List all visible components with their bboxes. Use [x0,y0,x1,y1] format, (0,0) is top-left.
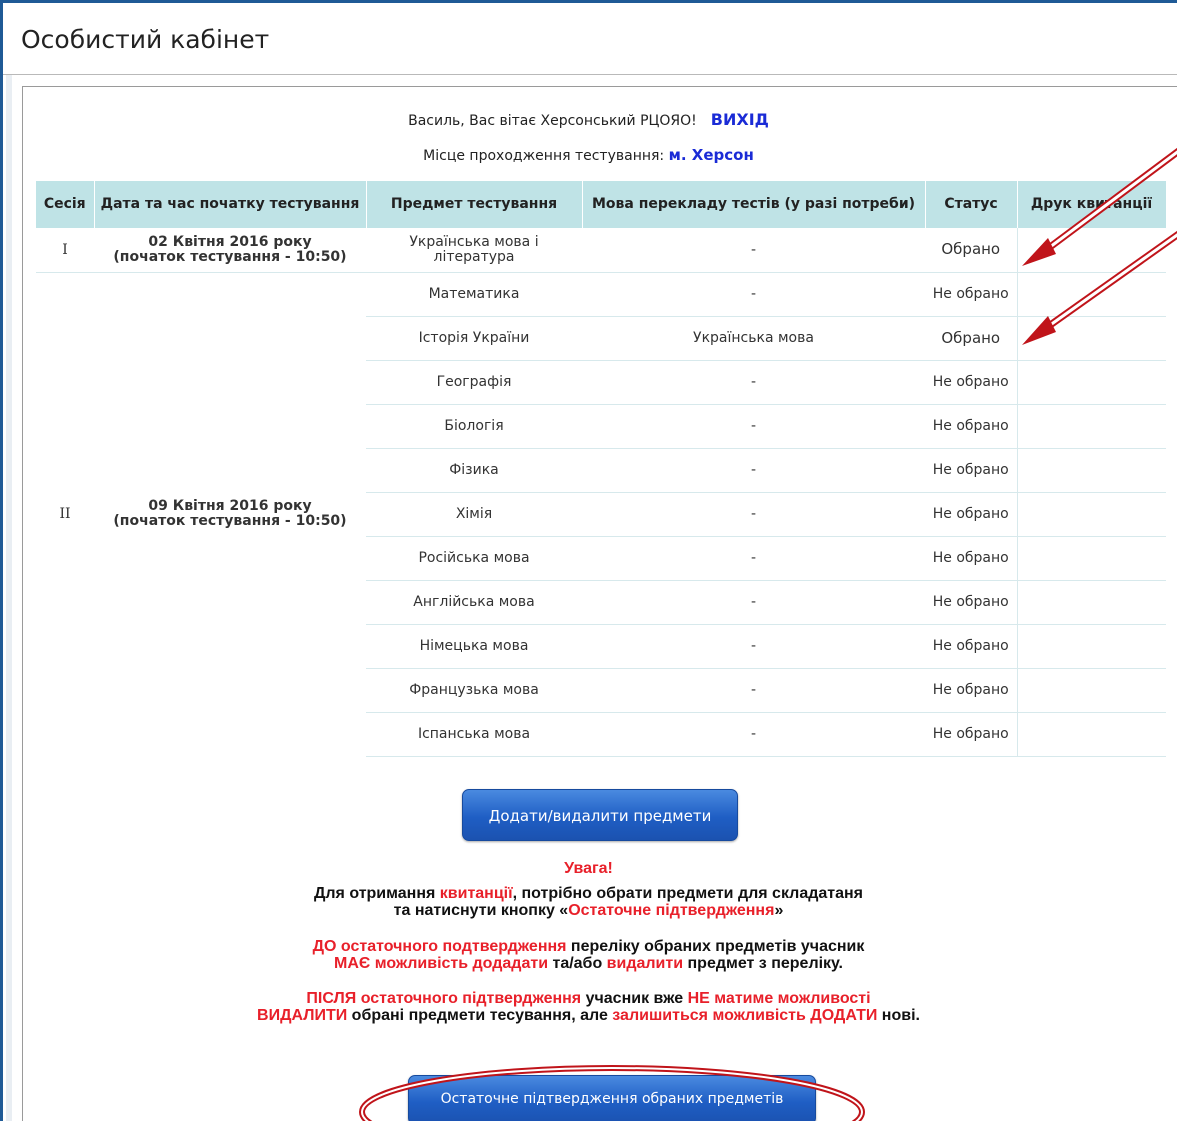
session-cell: I [36,228,94,273]
status-cell: Не обрано [925,624,1017,669]
subject-cell: Фізика [366,448,582,493]
header-date: Дата та час початку тестування [94,181,367,228]
language-cell: - [582,668,925,713]
header-subject: Предмет тестування [366,181,583,228]
language-cell: - [582,536,925,581]
language-cell: - [582,492,925,537]
date-text: 09 Квітня 2016 року [148,498,312,515]
print-cell [1016,316,1166,361]
status-cell: Не обрано [925,580,1017,625]
page-title: Особистий кабінет [21,25,270,54]
print-cell [1016,228,1166,273]
location-line: Місце проходження тестування: м. Херсон [0,146,1177,164]
exit-link[interactable]: ВИХІД [711,110,769,129]
table-row: II 09 Квітня 2016 року (початок тестуван… [36,272,1166,529]
time-text: (початок тестування - 10:50) [113,248,347,265]
status-cell: Не обрано [925,448,1017,493]
table-row: I 02 Квітня 2016 року (початок тестуванн… [36,228,1166,273]
notice-title: Увага! [564,860,613,877]
status-cell: Обрано [925,316,1017,361]
language-cell: Українська мова [582,316,925,361]
subject-cell: Хімія [366,492,582,537]
notice-text: нові. [877,1007,920,1024]
language-cell: - [582,712,925,757]
print-cell [1016,712,1166,757]
add-remove-subjects-button[interactable]: Додати/видалити предмети [462,789,738,841]
window-header: Особистий кабінет [3,3,1177,75]
subject-cell: Географія [366,360,582,405]
greeting-text: Василь, Вас вітає Херсонський РЦОЯО! [408,113,697,129]
notice-text: Для отримання [313,885,440,902]
notice-text: » [774,902,784,919]
status-cell: Не обрано [925,360,1017,405]
notice-highlight: залишиться можливість ДОДАТИ [612,1007,878,1024]
subject-cell: Німецька мова [366,624,582,669]
time-text: (початок тестування - 10:50) [113,513,347,530]
subject-cell: Англійська мова [366,580,582,625]
date-cell: 02 Квітня 2016 року (початок тестування … [94,228,366,273]
header-print: Друк квитанції [1017,181,1167,228]
subject-cell: Біологія [366,404,582,449]
notice-text: обрані предмети тесування, але [347,1007,613,1024]
language-cell: - [582,272,925,317]
status-cell: Не обрано [925,668,1017,713]
print-cell [1016,272,1166,317]
subject-cell: Французька мова [366,668,582,713]
date-cell: 09 Квітня 2016 року (початок тестування … [94,272,366,756]
notice-paragraph-3: ПІСЛЯ остаточного підтвердження учасник … [0,990,1177,1024]
location-city: м. Херсон [668,146,754,164]
session-cell: II [59,506,71,523]
status-cell: Обрано [925,228,1017,273]
subjects-table: Сесія Дата та час початку тестування Пре… [36,181,1167,757]
table-header-row: Сесія Дата та час початку тестування Пре… [36,181,1167,228]
notice-highlight: МАЄ можливість додадати [333,955,549,972]
notice-text: учасник вже [581,990,688,1007]
status-cell: Не обрано [925,272,1017,317]
language-cell: - [582,448,925,493]
notice-text: , потрібно обрати предмети для складатан… [512,885,864,902]
print-cell [1016,360,1166,405]
print-cell [1016,448,1166,493]
subject-cell: Російська мова [366,536,582,581]
notice-highlight: ДО остаточного подтвердження [312,938,567,955]
notice-text: предмет з переліку. [683,955,844,972]
print-cell [1016,536,1166,581]
notice-paragraph-2: ДО остаточного подтвердження переліку об… [0,938,1177,972]
date-text: 02 Квітня 2016 року [148,233,312,250]
header-session: Сесія [36,181,95,228]
subject-cell: Іспанська мова [366,712,582,757]
notice-text: та натиснути кнопку « [393,902,569,919]
language-cell: - [582,624,925,669]
status-cell: Не обрано [925,712,1017,757]
subject-cell: Математика [366,272,582,317]
status-cell: Не обрано [925,492,1017,537]
notice-highlight: видалити [606,955,684,972]
notice-highlight: ПІСЛЯ остаточного підтвердження [306,990,582,1007]
print-cell [1016,404,1166,449]
header-language: Мова перекладу тестів (у разі потреби) [582,181,926,228]
location-label: Місце проходження тестування: [423,148,665,164]
status-cell: Не обрано [925,404,1017,449]
status-cell: Не обрано [925,536,1017,581]
subject-cell: Історія України [366,316,582,361]
language-cell: - [582,360,925,405]
print-cell [1016,580,1166,625]
subject-cell: Українська мова і література [366,228,582,273]
print-cell [1016,624,1166,669]
print-cell [1016,668,1166,713]
notice-text: переліку обраних предметів учасник [566,938,865,955]
greeting-line: Василь, Вас вітає Херсонський РЦОЯО! ВИХІ… [0,110,1177,129]
header-status: Статус [925,181,1018,228]
notice-highlight: НЕ матиме можливості [687,990,871,1007]
notice-text: та/або [548,955,607,972]
final-confirmation-button[interactable]: Остаточне підтвердження обраних предметі… [408,1075,816,1121]
notice-paragraph-1: Для отримання квитанції, потрібно обрати… [0,885,1177,919]
language-cell: - [582,404,925,449]
notice-highlight: Остаточне підтвердження [568,902,775,919]
language-cell: - [582,580,925,625]
language-cell: - [582,228,925,273]
notice-highlight: ВИДАЛИТИ [257,1007,348,1024]
print-cell [1016,492,1166,537]
notice-highlight: квитанції [439,885,513,902]
